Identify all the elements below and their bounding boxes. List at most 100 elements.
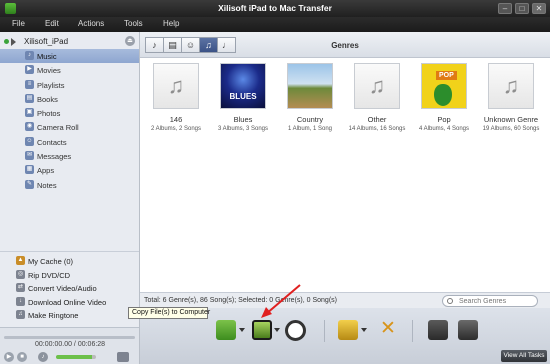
camera-icon: ◉ bbox=[25, 122, 34, 132]
copy-dropdown-icon[interactable] bbox=[274, 328, 280, 332]
photo-icon: ▣ bbox=[25, 108, 34, 118]
genre-name: Blues bbox=[233, 115, 253, 124]
status-text: Total: 6 Genre(s), 86 Song(s); Selected:… bbox=[144, 297, 337, 304]
playlist-button[interactable] bbox=[428, 320, 448, 340]
menu-edit[interactable]: Edit bbox=[45, 19, 59, 28]
connected-icon bbox=[4, 39, 9, 44]
add-to-device-button[interactable] bbox=[216, 320, 236, 340]
book-icon: ▤ bbox=[25, 93, 34, 103]
message-icon: ✉ bbox=[25, 151, 34, 161]
maximize-button[interactable]: □ bbox=[515, 3, 529, 14]
main-header: ♪ ▤ ☺ ♫ ♩ Genres bbox=[140, 32, 550, 58]
search-icon bbox=[447, 298, 453, 304]
play-icon[interactable]: ▶ bbox=[4, 352, 14, 362]
sidebar-item-books[interactable]: ▤ Books bbox=[0, 92, 139, 106]
menu-file[interactable]: File bbox=[12, 19, 25, 28]
tool-item-rip-dvd-cd[interactable]: ◎ Rip DVD/CD bbox=[0, 268, 139, 282]
device-info-button[interactable] bbox=[458, 320, 478, 340]
window-title: Xilisoft iPad to Mac Transfer bbox=[218, 3, 332, 13]
music-note-icon: ♫ bbox=[368, 73, 386, 98]
toolbar-separator bbox=[324, 320, 325, 342]
artwork-text: POP bbox=[436, 71, 457, 80]
search-box[interactable] bbox=[442, 295, 538, 307]
menu-tools[interactable]: Tools bbox=[124, 19, 143, 28]
export-dropdown-icon[interactable] bbox=[361, 328, 367, 332]
genre-artwork: ♫ bbox=[153, 63, 199, 109]
genre-count: 1 Album, 1 Song bbox=[287, 126, 333, 132]
delete-icon[interactable]: ✕ bbox=[378, 319, 398, 340]
sidebar-item-apps[interactable]: ▦ Apps bbox=[0, 163, 139, 177]
tool-item-label: Make Ringtone bbox=[28, 311, 79, 320]
sidebar-item-notes[interactable]: ✎ Notes bbox=[0, 178, 139, 192]
tool-item-label: Convert Video/Audio bbox=[28, 284, 97, 293]
sidebar-item-photos[interactable]: ▣ Photos bbox=[0, 106, 139, 120]
genre-count: 19 Albums, 60 Songs bbox=[482, 126, 540, 132]
export-button[interactable] bbox=[338, 320, 358, 340]
menu-actions[interactable]: Actions bbox=[78, 19, 104, 28]
genre-card[interactable]: Country 1 Album, 1 Song bbox=[278, 63, 342, 132]
stop-icon[interactable]: ■ bbox=[17, 352, 27, 362]
genre-artwork: BLUES bbox=[220, 63, 266, 109]
status-bar: Total: 6 Genre(s), 86 Song(s); Selected:… bbox=[140, 292, 550, 308]
convert-icon: ⇄ bbox=[16, 283, 25, 292]
tool-item-make-ringtone[interactable]: ♫ Make Ringtone bbox=[0, 308, 139, 322]
sidebar-item-label: Contacts bbox=[37, 137, 67, 147]
toolbar-separator bbox=[412, 320, 413, 342]
sidebar-item-label: Books bbox=[37, 94, 58, 104]
sidebar-item-music[interactable]: ♪ Music bbox=[0, 49, 139, 64]
expand-arrow-icon[interactable] bbox=[11, 38, 16, 46]
genre-card[interactable]: ♫ Other 14 Albums, 16 Songs bbox=[345, 63, 409, 132]
tool-item-convert-video-audio[interactable]: ⇄ Convert Video/Audio bbox=[0, 281, 139, 295]
sidebar-item-movies[interactable]: ▶ Movies bbox=[0, 63, 139, 77]
snapshot-icon[interactable] bbox=[117, 352, 129, 362]
close-button[interactable]: ✕ bbox=[532, 3, 546, 14]
sidebar-item-camera-roll[interactable]: ◉ Camera Roll bbox=[0, 120, 139, 134]
sidebar-item-playlists[interactable]: ≡ Playlists bbox=[0, 78, 139, 92]
genre-name: Unknown Genre bbox=[483, 115, 539, 124]
seek-bar[interactable] bbox=[4, 336, 135, 339]
genre-card[interactable]: POP Pop 4 Albums, 4 Songs bbox=[412, 63, 476, 132]
sidebar-item-label: Messages bbox=[37, 152, 72, 162]
sidebar-item-label: Notes bbox=[37, 180, 57, 190]
genre-count: 3 Albums, 3 Songs bbox=[217, 126, 269, 132]
genre-count: 14 Albums, 16 Songs bbox=[348, 126, 406, 132]
genre-card[interactable]: ♫ Unknown Genre 19 Albums, 60 Songs bbox=[479, 63, 543, 132]
search-input[interactable] bbox=[459, 297, 535, 306]
tool-item-my-cache-0[interactable]: ▲ My Cache (0) bbox=[0, 254, 139, 268]
music-icon: ♪ bbox=[25, 51, 34, 60]
tool-item-download-online-video[interactable]: ↓ Download Online Video bbox=[0, 295, 139, 309]
view-all-tasks-button[interactable]: View All Tasks bbox=[501, 350, 547, 362]
download-icon: ↓ bbox=[16, 296, 25, 306]
cache-icon: ▲ bbox=[16, 256, 25, 265]
sidebar-item-label: Movies bbox=[37, 66, 61, 76]
volume-slider[interactable] bbox=[56, 355, 96, 359]
genre-name: 146 bbox=[169, 115, 183, 124]
genre-card[interactable]: ♫ 146 2 Albums, 2 Songs bbox=[144, 63, 208, 132]
library-list: ♪ Music ▶ Movies ≡ Playlists ▤ Books ▣ Photos ◉ Cam… bbox=[0, 49, 139, 192]
add-dropdown-icon[interactable] bbox=[239, 328, 245, 332]
apps-icon: ▦ bbox=[25, 165, 34, 175]
disc-icon: ◎ bbox=[16, 269, 25, 279]
genre-artwork: ♫ bbox=[488, 63, 534, 109]
tool-item-label: Download Online Video bbox=[28, 297, 107, 307]
sidebar-item-contacts[interactable]: ☺ Contacts bbox=[0, 135, 139, 149]
eject-icon[interactable]: ⏏ bbox=[125, 36, 135, 46]
genre-name: Other bbox=[367, 115, 387, 124]
genre-card[interactable]: BLUES Blues 3 Albums, 3 Songs bbox=[211, 63, 275, 132]
sidebar-item-label: Apps bbox=[37, 166, 55, 176]
device-header[interactable]: Xilisoft_iPad ⏏ bbox=[0, 35, 139, 48]
genre-name: Country bbox=[296, 115, 324, 124]
tools-list: ▲ My Cache (0) ◎ Rip DVD/CD ⇄ Convert Video/A… bbox=[0, 254, 139, 322]
guitar-icon bbox=[434, 84, 452, 106]
copy-to-itunes-button[interactable] bbox=[285, 320, 306, 341]
menu-help[interactable]: Help bbox=[163, 19, 179, 28]
copy-to-computer-button[interactable] bbox=[252, 320, 272, 340]
sidebar-divider bbox=[0, 251, 139, 252]
minimize-button[interactable]: – bbox=[498, 3, 512, 14]
sidebar-item-messages[interactable]: ✉ Messages bbox=[0, 149, 139, 163]
sidebar-item-label: Playlists bbox=[37, 80, 65, 90]
sidebar-item-label: Photos bbox=[37, 109, 61, 119]
notes-icon: ✎ bbox=[25, 179, 34, 189]
sidebar-item-label: Music bbox=[37, 52, 57, 61]
speaker-icon[interactable]: ♪ bbox=[38, 352, 48, 362]
